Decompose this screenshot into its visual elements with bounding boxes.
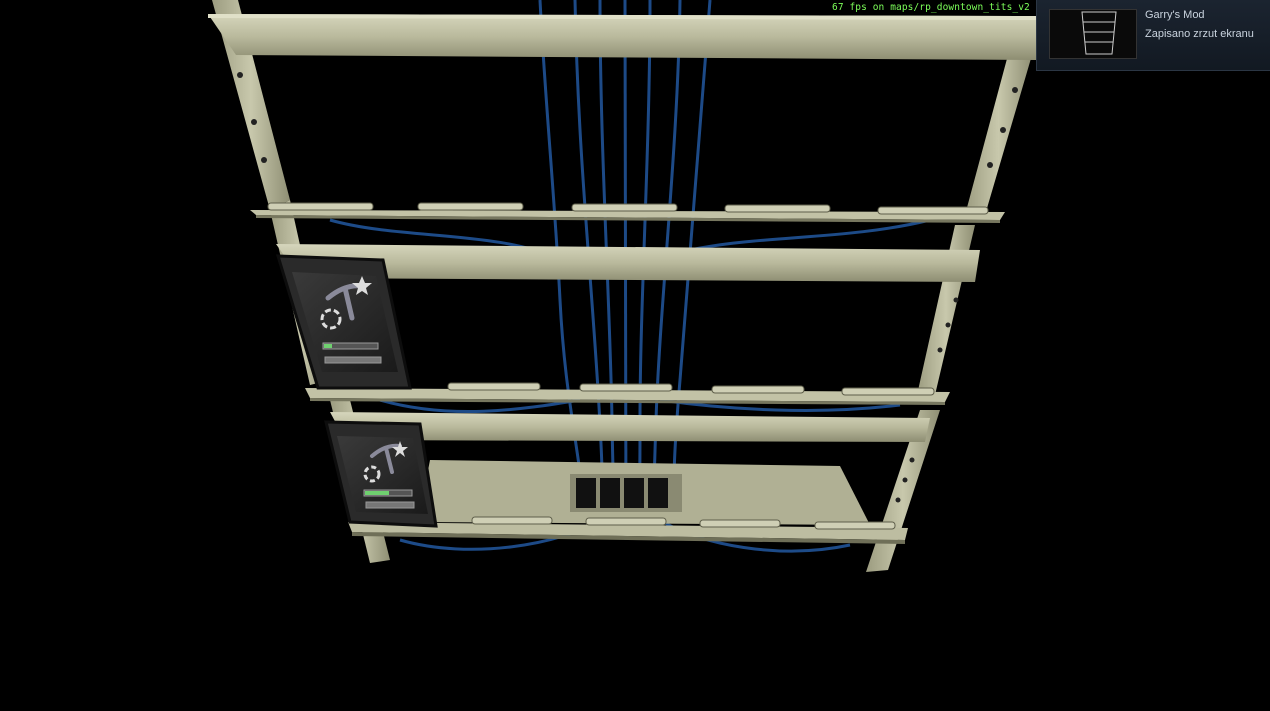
game-viewport (208, 0, 1036, 572)
screenshot-notification[interactable]: Garry's Mod Zapisano zrzut ekranu (1036, 0, 1270, 71)
screenshot-thumbnail (1049, 9, 1137, 59)
notification-message: Zapisano zrzut ekranu (1145, 28, 1254, 40)
notification-title: Garry's Mod (1145, 9, 1205, 21)
money-printer-2[interactable] (324, 420, 438, 528)
cable-connector (570, 474, 682, 512)
fps-counter: 67 fps on maps/rp_downtown_tits_v2 (832, 2, 1030, 13)
